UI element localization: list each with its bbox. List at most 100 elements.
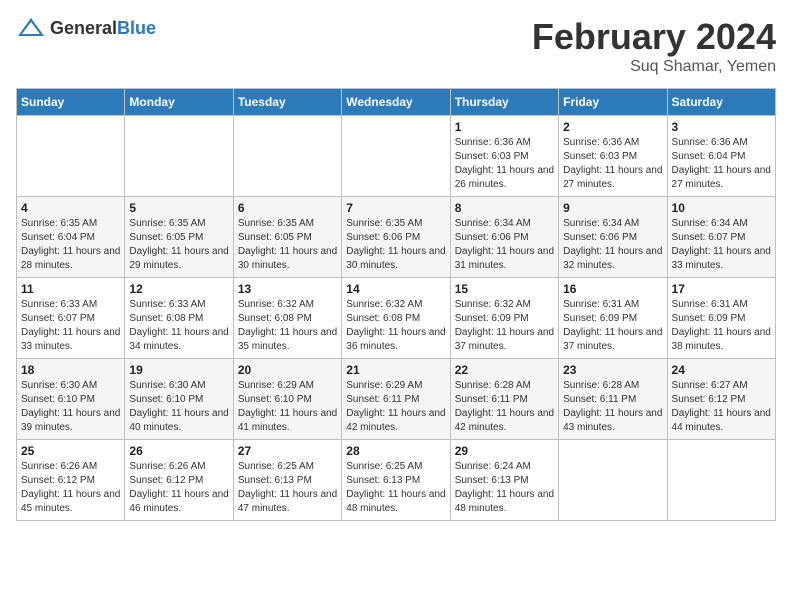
day-info: Sunrise: 6:24 AMSunset: 6:13 PMDaylight:… (455, 460, 554, 516)
calendar-cell: 23 Sunrise: 6:28 AMSunset: 6:11 PMDayligh… (559, 359, 667, 440)
day-number: 20 (238, 363, 337, 377)
day-info: Sunrise: 6:32 AMSunset: 6:09 PMDaylight:… (455, 298, 554, 354)
day-number: 8 (455, 201, 554, 215)
calendar-cell: 2 Sunrise: 6:36 AMSunset: 6:03 PMDaylight… (559, 116, 667, 197)
day-number: 9 (563, 201, 662, 215)
day-info: Sunrise: 6:34 AMSunset: 6:07 PMDaylight:… (672, 217, 771, 273)
calendar-cell (17, 116, 125, 197)
calendar-cell (667, 440, 775, 521)
calendar-cell: 15 Sunrise: 6:32 AMSunset: 6:09 PMDayligh… (450, 278, 558, 359)
day-info: Sunrise: 6:26 AMSunset: 6:12 PMDaylight:… (21, 460, 120, 516)
calendar-title: February 2024 (532, 16, 776, 58)
day-number: 1 (455, 120, 554, 134)
day-number: 2 (563, 120, 662, 134)
day-info: Sunrise: 6:30 AMSunset: 6:10 PMDaylight:… (21, 379, 120, 435)
day-info: Sunrise: 6:28 AMSunset: 6:11 PMDaylight:… (455, 379, 554, 435)
day-info: Sunrise: 6:31 AMSunset: 6:09 PMDaylight:… (563, 298, 662, 354)
day-info: Sunrise: 6:25 AMSunset: 6:13 PMDaylight:… (238, 460, 337, 516)
calendar-cell: 8 Sunrise: 6:34 AMSunset: 6:06 PMDaylight… (450, 197, 558, 278)
day-number: 22 (455, 363, 554, 377)
weekday-header-tuesday: Tuesday (233, 89, 341, 116)
calendar-cell: 6 Sunrise: 6:35 AMSunset: 6:05 PMDaylight… (233, 197, 341, 278)
day-number: 3 (672, 120, 771, 134)
calendar-cell: 12 Sunrise: 6:33 AMSunset: 6:08 PMDayligh… (125, 278, 233, 359)
calendar-cell: 19 Sunrise: 6:30 AMSunset: 6:10 PMDayligh… (125, 359, 233, 440)
day-number: 10 (672, 201, 771, 215)
calendar-cell (233, 116, 341, 197)
calendar-cell: 18 Sunrise: 6:30 AMSunset: 6:10 PMDayligh… (17, 359, 125, 440)
calendar-cell: 9 Sunrise: 6:34 AMSunset: 6:06 PMDaylight… (559, 197, 667, 278)
calendar-cell: 13Sunrise: 6:32 AMSunset: 6:08 PMDayligh… (233, 278, 341, 359)
day-number: 7 (346, 201, 445, 215)
weekday-header-monday: Monday (125, 89, 233, 116)
weekday-header-wednesday: Wednesday (342, 89, 450, 116)
calendar-header-row: SundayMondayTuesdayWednesdayThursdayFrid… (17, 89, 776, 116)
day-number: 19 (129, 363, 228, 377)
day-number: 14 (346, 282, 445, 296)
day-info: Sunrise: 6:35 AMSunset: 6:05 PMDaylight:… (129, 217, 228, 273)
calendar-week-row: 11 Sunrise: 6:33 AMSunset: 6:07 PMDayligh… (17, 278, 776, 359)
day-number: 21 (346, 363, 445, 377)
day-info: Sunrise: 6:27 AMSunset: 6:12 PMDaylight:… (672, 379, 771, 435)
calendar-cell: 3Sunrise: 6:36 AMSunset: 6:04 PMDaylight… (667, 116, 775, 197)
calendar-cell (342, 116, 450, 197)
day-info: Sunrise: 6:29 AMSunset: 6:10 PMDaylight:… (238, 379, 337, 435)
calendar-cell: 14Sunrise: 6:32 AMSunset: 6:08 PMDayligh… (342, 278, 450, 359)
day-info: Sunrise: 6:33 AMSunset: 6:07 PMDaylight:… (21, 298, 120, 354)
calendar-location: Suq Shamar, Yemen (532, 58, 776, 76)
calendar-cell: 29 Sunrise: 6:24 AMSunset: 6:13 PMDayligh… (450, 440, 558, 521)
calendar-cell: 28 Sunrise: 6:25 AMSunset: 6:13 PMDayligh… (342, 440, 450, 521)
calendar-week-row: 4 Sunrise: 6:35 AMSunset: 6:04 PMDaylight… (17, 197, 776, 278)
calendar-cell: 20 Sunrise: 6:29 AMSunset: 6:10 PMDayligh… (233, 359, 341, 440)
day-number: 29 (455, 444, 554, 458)
day-info: Sunrise: 6:33 AMSunset: 6:08 PMDaylight:… (129, 298, 228, 354)
calendar-cell: 25 Sunrise: 6:26 AMSunset: 6:12 PMDayligh… (17, 440, 125, 521)
calendar-cell: 1 Sunrise: 6:36 AMSunset: 6:03 PMDaylight… (450, 116, 558, 197)
weekday-header-thursday: Thursday (450, 89, 558, 116)
day-number: 24 (672, 363, 771, 377)
calendar-cell: 10 Sunrise: 6:34 AMSunset: 6:07 PMDayligh… (667, 197, 775, 278)
weekday-header-saturday: Saturday (667, 89, 775, 116)
page-header: GeneralBlue February 2024 Suq Shamar, Ye… (16, 16, 776, 76)
day-info: Sunrise: 6:35 AMSunset: 6:04 PMDaylight:… (21, 217, 120, 273)
logo-icon (16, 16, 46, 40)
day-number: 27 (238, 444, 337, 458)
day-info: Sunrise: 6:25 AMSunset: 6:13 PMDaylight:… (346, 460, 445, 516)
day-info: Sunrise: 6:35 AMSunset: 6:06 PMDaylight:… (346, 217, 445, 273)
day-number: 6 (238, 201, 337, 215)
day-info: Sunrise: 6:34 AMSunset: 6:06 PMDaylight:… (563, 217, 662, 273)
calendar-table: SundayMondayTuesdayWednesdayThursdayFrid… (16, 88, 776, 521)
day-number: 23 (563, 363, 662, 377)
calendar-week-row: 1 Sunrise: 6:36 AMSunset: 6:03 PMDaylight… (17, 116, 776, 197)
day-number: 5 (129, 201, 228, 215)
day-info: Sunrise: 6:26 AMSunset: 6:12 PMDaylight:… (129, 460, 228, 516)
day-info: Sunrise: 6:30 AMSunset: 6:10 PMDaylight:… (129, 379, 228, 435)
day-info: Sunrise: 6:28 AMSunset: 6:11 PMDaylight:… (563, 379, 662, 435)
weekday-header-sunday: Sunday (17, 89, 125, 116)
day-number: 18 (21, 363, 120, 377)
calendar-week-row: 18 Sunrise: 6:30 AMSunset: 6:10 PMDayligh… (17, 359, 776, 440)
day-info: Sunrise: 6:31 AMSunset: 6:09 PMDaylight:… (672, 298, 771, 354)
day-info: Sunrise: 6:36 AMSunset: 6:03 PMDaylight:… (455, 136, 554, 192)
day-number: 17 (672, 282, 771, 296)
day-info: Sunrise: 6:36 AMSunset: 6:03 PMDaylight:… (563, 136, 662, 192)
day-number: 26 (129, 444, 228, 458)
day-info: Sunrise: 6:35 AMSunset: 6:05 PMDaylight:… (238, 217, 337, 273)
day-number: 4 (21, 201, 120, 215)
calendar-cell (125, 116, 233, 197)
day-number: 25 (21, 444, 120, 458)
day-info: Sunrise: 6:34 AMSunset: 6:06 PMDaylight:… (455, 217, 554, 273)
day-number: 15 (455, 282, 554, 296)
calendar-cell (559, 440, 667, 521)
logo-text-general: General (50, 18, 117, 38)
day-number: 28 (346, 444, 445, 458)
day-number: 11 (21, 282, 120, 296)
day-number: 12 (129, 282, 228, 296)
calendar-cell: 11 Sunrise: 6:33 AMSunset: 6:07 PMDayligh… (17, 278, 125, 359)
calendar-cell: 7 Sunrise: 6:35 AMSunset: 6:06 PMDaylight… (342, 197, 450, 278)
title-block: February 2024 Suq Shamar, Yemen (532, 16, 776, 76)
calendar-cell: 27 Sunrise: 6:25 AMSunset: 6:13 PMDayligh… (233, 440, 341, 521)
calendar-cell: 17 Sunrise: 6:31 AMSunset: 6:09 PMDayligh… (667, 278, 775, 359)
day-info: Sunrise: 6:32 AMSunset: 6:08 PMDaylight:… (238, 298, 337, 354)
logo: GeneralBlue (16, 16, 156, 40)
